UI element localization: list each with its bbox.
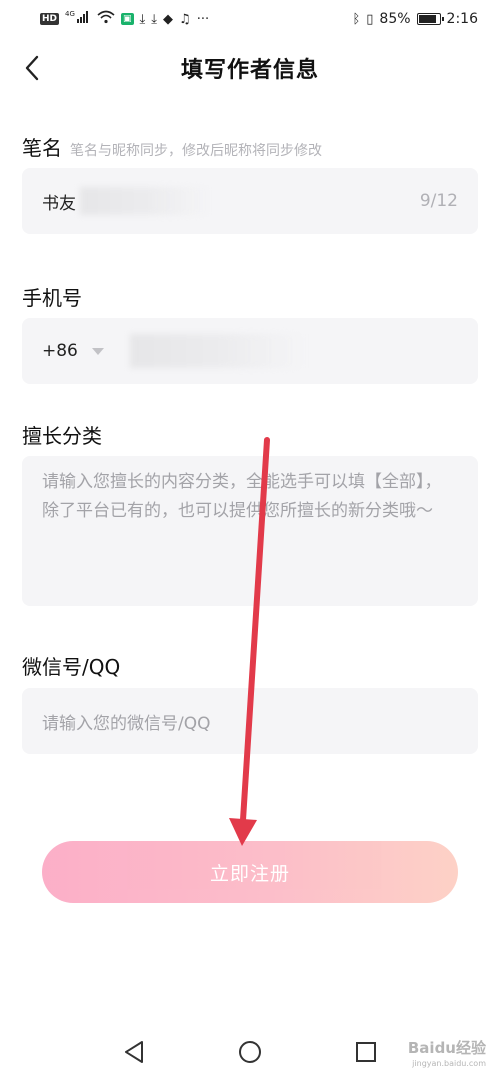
more-dots: ··· [196, 11, 210, 27]
status-left: HD 4G ▣ ⤓ ⤓ ◆ ♫ ··· [40, 10, 209, 28]
wechat-placeholder: 请输入您的微信号/QQ [42, 713, 211, 734]
clock: 2:16 [446, 11, 478, 27]
hd-badge: HD [40, 13, 60, 25]
redacted-text [80, 187, 210, 215]
status-bar: HD 4G ▣ ⤓ ⤓ ◆ ♫ ··· ᛒ ▯ 85% 2:16 [0, 0, 500, 38]
pen-name-value: 书友 [42, 193, 76, 214]
phone-input[interactable]: +86 [22, 318, 478, 384]
download-icon-2: ⤓ [151, 11, 158, 27]
phone-label-row: 手机号 [22, 282, 82, 311]
music-icon: ♫ [179, 11, 191, 27]
pen-name-label: 笔名 [22, 136, 62, 160]
wifi-icon [97, 10, 115, 28]
category-label: 擅长分类 [22, 424, 102, 448]
pen-name-label-row: 笔名 笔名与昵称同步，修改后昵称将同步修改 [22, 132, 322, 161]
phone-label: 手机号 [22, 286, 82, 310]
pen-name-input[interactable]: 书友 9/12 [22, 168, 478, 234]
pen-name-hint: 笔名与昵称同步，修改后昵称将同步修改 [70, 143, 322, 159]
vibrate-icon: ▯ [366, 11, 374, 27]
wechat-input[interactable]: 请输入您的微信号/QQ [22, 688, 478, 754]
country-code-selector[interactable]: +86 [42, 341, 104, 361]
shield-app-icon: ▣ [121, 13, 134, 25]
caret-down-icon [91, 347, 104, 355]
watermark-url: jingyan.baidu.com [412, 1059, 486, 1068]
nav-bar: 填写作者信息 [0, 38, 500, 98]
country-code: +86 [42, 341, 78, 361]
baidu-watermark: Baidu经验 jingyan.baidu.com [408, 1041, 486, 1071]
bluetooth-icon: ᛒ [352, 11, 361, 27]
category-label-row: 擅长分类 [22, 420, 102, 449]
network-label: 4G [65, 10, 75, 18]
triangle-back-icon [125, 1040, 143, 1063]
system-back-button[interactable] [121, 1039, 147, 1065]
back-button[interactable] [14, 48, 50, 88]
register-button[interactable]: 立即注册 [42, 841, 458, 903]
bag-icon: ◆ [163, 11, 174, 27]
pen-name-counter: 9/12 [419, 191, 458, 211]
watermark-brand: Baidu经验 [407, 1039, 486, 1057]
page-title: 填写作者信息 [180, 58, 319, 83]
status-right: ᛒ ▯ 85% 2:16 [352, 11, 478, 27]
wechat-label: 微信号/QQ [22, 655, 121, 679]
square-recents-icon [356, 1041, 376, 1062]
battery-icon [416, 13, 444, 25]
redacted-phone [129, 334, 305, 368]
system-recents-button[interactable] [353, 1039, 379, 1065]
pen-name-value-wrap: 书友 [42, 187, 420, 215]
chevron-left-icon [25, 55, 39, 81]
circle-home-icon [239, 1040, 261, 1063]
system-home-button[interactable] [237, 1039, 263, 1065]
battery-percent: 85% [379, 11, 411, 27]
signal-icon: 4G [65, 10, 91, 28]
download-icon: ⤓ [139, 11, 146, 27]
category-placeholder: 请输入您擅长的内容分类，全能选手可以填【全部】，除了平台已有的，也可以提供您所擅… [42, 472, 442, 521]
category-textarea[interactable]: 请输入您擅长的内容分类，全能选手可以填【全部】，除了平台已有的，也可以提供您所擅… [22, 456, 478, 606]
wechat-label-row: 微信号/QQ [22, 651, 120, 680]
